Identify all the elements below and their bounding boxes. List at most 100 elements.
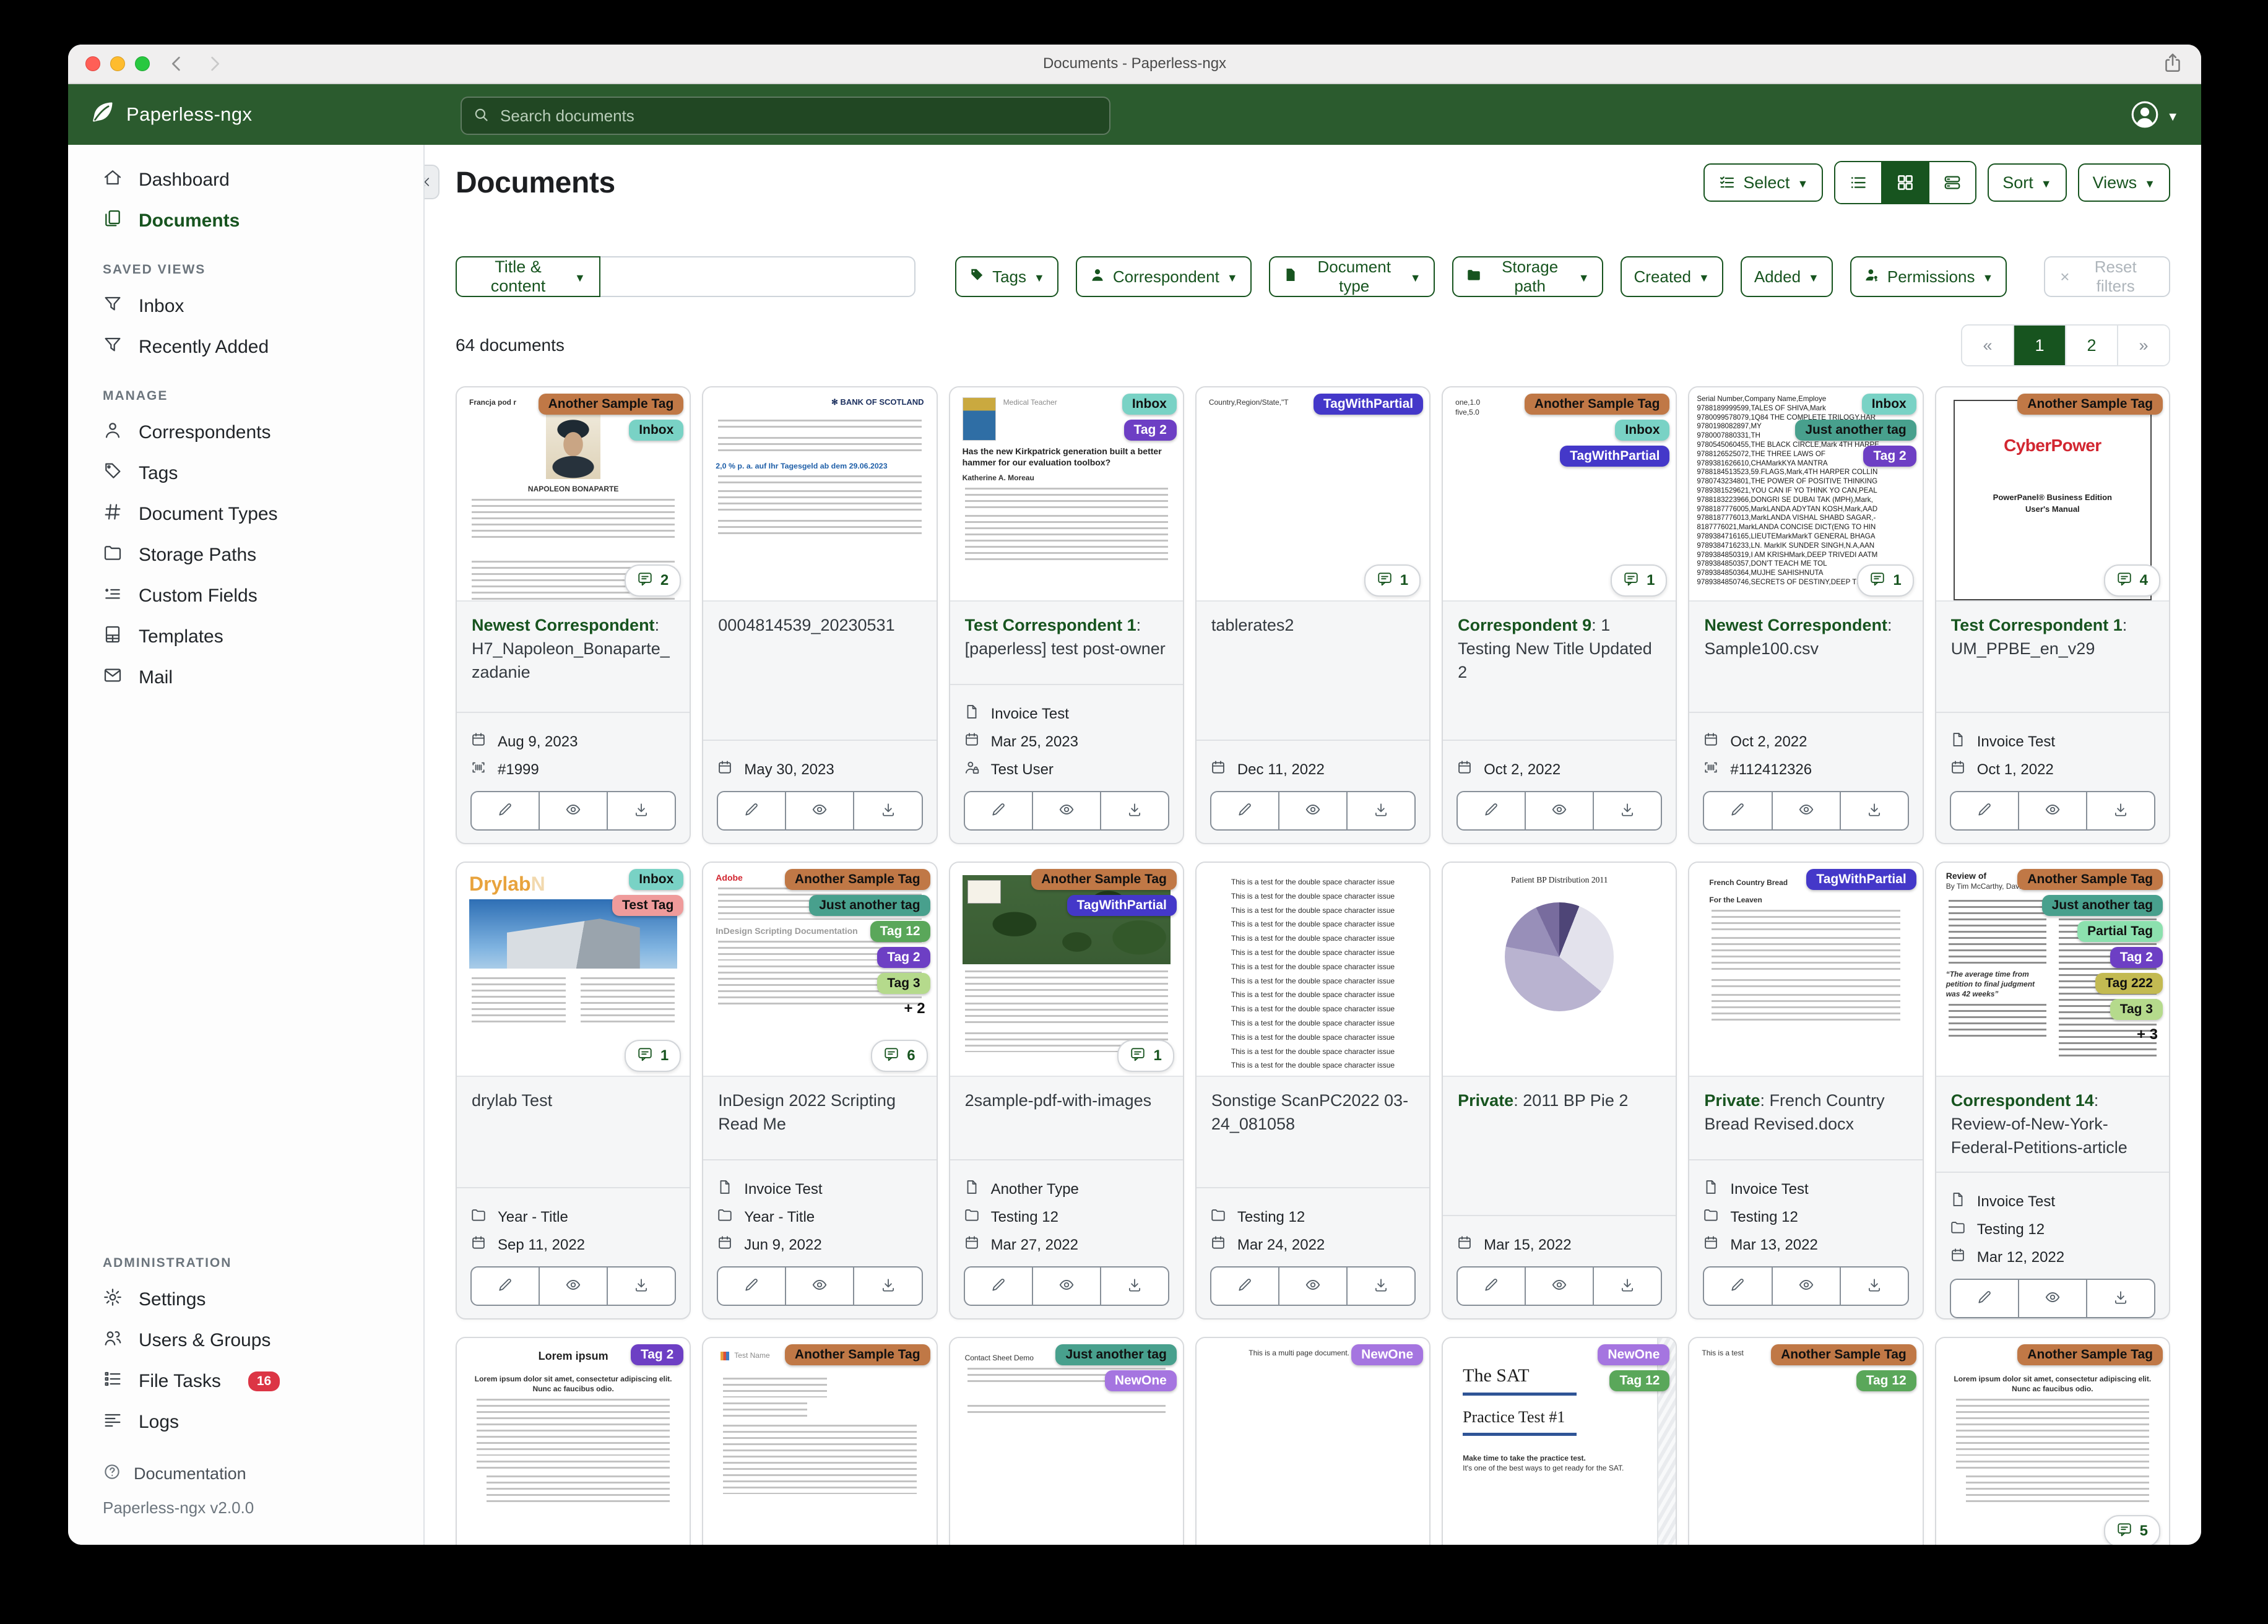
tag-chip-twp[interactable]: TagWithPartial bbox=[1067, 895, 1177, 916]
download-button[interactable] bbox=[1593, 1268, 1661, 1305]
edit-button[interactable] bbox=[1211, 1268, 1278, 1305]
tag-chip-inbox[interactable]: Inbox bbox=[1861, 394, 1916, 415]
comment-count[interactable]: 1 bbox=[1857, 564, 1914, 597]
close-button[interactable] bbox=[85, 56, 100, 71]
comment-count[interactable]: 1 bbox=[624, 1040, 682, 1072]
title-content-input[interactable] bbox=[600, 256, 916, 297]
sidebar-item-dashboard[interactable]: Dashboard bbox=[68, 160, 423, 201]
sidebar-item-users-groups[interactable]: Users & Groups bbox=[68, 1320, 423, 1361]
edit-button[interactable] bbox=[965, 1268, 1032, 1305]
download-button[interactable] bbox=[607, 1268, 675, 1305]
correspondent-name[interactable]: Private bbox=[1458, 1091, 1513, 1110]
edit-button[interactable] bbox=[1951, 792, 2018, 829]
tag-chip-tag2[interactable]: Tag 2 bbox=[1863, 446, 1916, 467]
card-title[interactable]: Test Correspondent 1: UM_PPBE_en_v29 bbox=[1936, 602, 2169, 712]
comment-count[interactable]: 6 bbox=[871, 1040, 928, 1072]
edit-button[interactable] bbox=[1458, 792, 1525, 829]
tags-filter-button[interactable]: Tags ▼ bbox=[955, 256, 1058, 297]
preview-button[interactable] bbox=[2017, 1280, 2086, 1318]
forward-icon[interactable] bbox=[204, 54, 224, 74]
correspondent-name[interactable]: Correspondent 14 bbox=[1951, 1091, 2094, 1110]
correspondent-name[interactable]: Newest Correspondent bbox=[472, 616, 655, 634]
document-thumbnail[interactable]: Lorem ipsumLorem ipsum dolor sit amet, c… bbox=[457, 1338, 690, 1545]
search-input[interactable] bbox=[498, 105, 1098, 127]
download-button[interactable] bbox=[1346, 1268, 1414, 1305]
sidebar-item-documentation[interactable]: Documentation bbox=[68, 1455, 423, 1492]
edit-button[interactable] bbox=[472, 792, 539, 829]
document-thumbnail[interactable]: French Country Bread For the Leaven bbox=[1689, 863, 1923, 1077]
tag-chip-another[interactable]: Another Sample Tag bbox=[1031, 869, 1177, 890]
preview-button[interactable] bbox=[2017, 792, 2086, 829]
download-button[interactable] bbox=[1839, 792, 1908, 829]
pagination-next[interactable]: » bbox=[2117, 326, 2169, 365]
correspondent-name[interactable]: Correspondent 9 bbox=[1458, 616, 1591, 634]
preview-button[interactable] bbox=[785, 1268, 853, 1305]
correspondent-name[interactable]: Newest Correspondent bbox=[1704, 616, 1887, 634]
edit-button[interactable] bbox=[472, 1268, 539, 1305]
sidebar-item-storage-paths[interactable]: Storage Paths bbox=[68, 535, 423, 576]
sidebar-item-logs[interactable]: Logs bbox=[68, 1402, 423, 1443]
download-button[interactable] bbox=[2085, 792, 2154, 829]
document-thumbnail[interactable]: ✻ BANK OF SCOTLAND 2,0 % p. a. auf Ihr Ta… bbox=[703, 387, 937, 602]
tag-chip-tag3[interactable]: Tag 3 bbox=[877, 973, 930, 994]
sidebar-item-custom-fields[interactable]: Custom Fields bbox=[68, 576, 423, 616]
select-button[interactable]: Select ▼ bbox=[1703, 163, 1824, 202]
sidebar-item-settings[interactable]: Settings bbox=[68, 1279, 423, 1320]
preview-button[interactable] bbox=[1771, 1268, 1840, 1305]
sidebar-item-templates[interactable]: Templates bbox=[68, 616, 423, 657]
created-filter-button[interactable]: Created ▼ bbox=[1620, 256, 1723, 297]
preview-button[interactable] bbox=[1525, 792, 1593, 829]
tag-chip-tag12[interactable]: Tag 12 bbox=[1609, 1370, 1670, 1391]
pagination-prev[interactable]: « bbox=[1962, 326, 2013, 365]
correspondent-filter-button[interactable]: Correspondent ▼ bbox=[1075, 256, 1252, 297]
card-title[interactable]: drylab Test bbox=[457, 1077, 690, 1187]
download-button[interactable] bbox=[607, 792, 675, 829]
preview-button[interactable] bbox=[539, 792, 607, 829]
comment-count[interactable]: 5 bbox=[2103, 1515, 2160, 1545]
tag-chip-partial[interactable]: Partial Tag bbox=[2077, 921, 2163, 942]
comment-count[interactable]: 2 bbox=[624, 564, 682, 597]
reset-filters-button[interactable]: × Reset filters bbox=[2044, 256, 2170, 297]
download-button[interactable] bbox=[1593, 792, 1661, 829]
card-title[interactable]: Newest Correspondent: H7_Napoleon_Bonapa… bbox=[457, 602, 690, 712]
tag-chip-testtag[interactable]: Test Tag bbox=[612, 895, 684, 916]
tag-chip-inbox[interactable]: Inbox bbox=[1122, 394, 1177, 415]
card-title[interactable]: tablerates2 bbox=[1197, 602, 1429, 740]
download-button[interactable] bbox=[853, 1268, 921, 1305]
tag-chip-tag222[interactable]: Tag 222 bbox=[2095, 973, 2163, 994]
tag-chip-tag2[interactable]: Tag 2 bbox=[1123, 420, 1177, 441]
edit-button[interactable] bbox=[1704, 792, 1771, 829]
comment-count[interactable]: 1 bbox=[1117, 1040, 1174, 1072]
card-title[interactable]: Correspondent 9: 1 Testing New Title Upd… bbox=[1443, 602, 1676, 740]
download-button[interactable] bbox=[1839, 1268, 1908, 1305]
tag-chip-newone[interactable]: NewOne bbox=[1104, 1370, 1177, 1391]
sidebar-item-file-tasks[interactable]: File Tasks 16 bbox=[68, 1361, 423, 1402]
edit-button[interactable] bbox=[718, 1268, 785, 1305]
download-button[interactable] bbox=[853, 792, 921, 829]
edit-button[interactable] bbox=[1704, 1268, 1771, 1305]
brand[interactable]: Paperless-ngx bbox=[90, 100, 252, 129]
tag-chip-tag12[interactable]: Tag 12 bbox=[1856, 1370, 1916, 1391]
back-icon[interactable] bbox=[167, 54, 187, 74]
sidebar-item-inbox[interactable]: Inbox bbox=[68, 286, 423, 327]
tag-chip-just[interactable]: Just another tag bbox=[2041, 895, 2163, 916]
tag-chip-inbox[interactable]: Inbox bbox=[629, 869, 684, 890]
tag-chip-another[interactable]: Another Sample Tag bbox=[1771, 1344, 1916, 1365]
tag-chip-another[interactable]: Another Sample Tag bbox=[1524, 394, 1670, 415]
view-list-button[interactable] bbox=[1835, 162, 1882, 203]
edit-button[interactable] bbox=[965, 792, 1032, 829]
card-title[interactable]: 0004814539_20230531 bbox=[703, 602, 936, 740]
tag-chip-another[interactable]: Another Sample Tag bbox=[538, 394, 684, 415]
tag-chip-newone[interactable]: NewOne bbox=[1351, 1344, 1424, 1365]
correspondent-name[interactable]: Private bbox=[1704, 1091, 1760, 1110]
pagination-page-2[interactable]: 2 bbox=[2065, 326, 2117, 365]
download-button[interactable] bbox=[1099, 1268, 1168, 1305]
permissions-filter-button[interactable]: Permissions ▼ bbox=[1850, 256, 2007, 297]
tag-chip-another[interactable]: Another Sample Tag bbox=[784, 1344, 930, 1365]
tag-chip-newone[interactable]: NewOne bbox=[1598, 1344, 1670, 1365]
tag-chip-just[interactable]: Just another tag bbox=[1055, 1344, 1177, 1365]
document-type-filter-button[interactable]: Document type ▼ bbox=[1268, 256, 1435, 297]
tag-chip-tag2[interactable]: Tag 2 bbox=[2110, 947, 2163, 968]
zoom-button[interactable] bbox=[135, 56, 150, 71]
sidebar-item-documents[interactable]: Documents bbox=[68, 201, 423, 241]
